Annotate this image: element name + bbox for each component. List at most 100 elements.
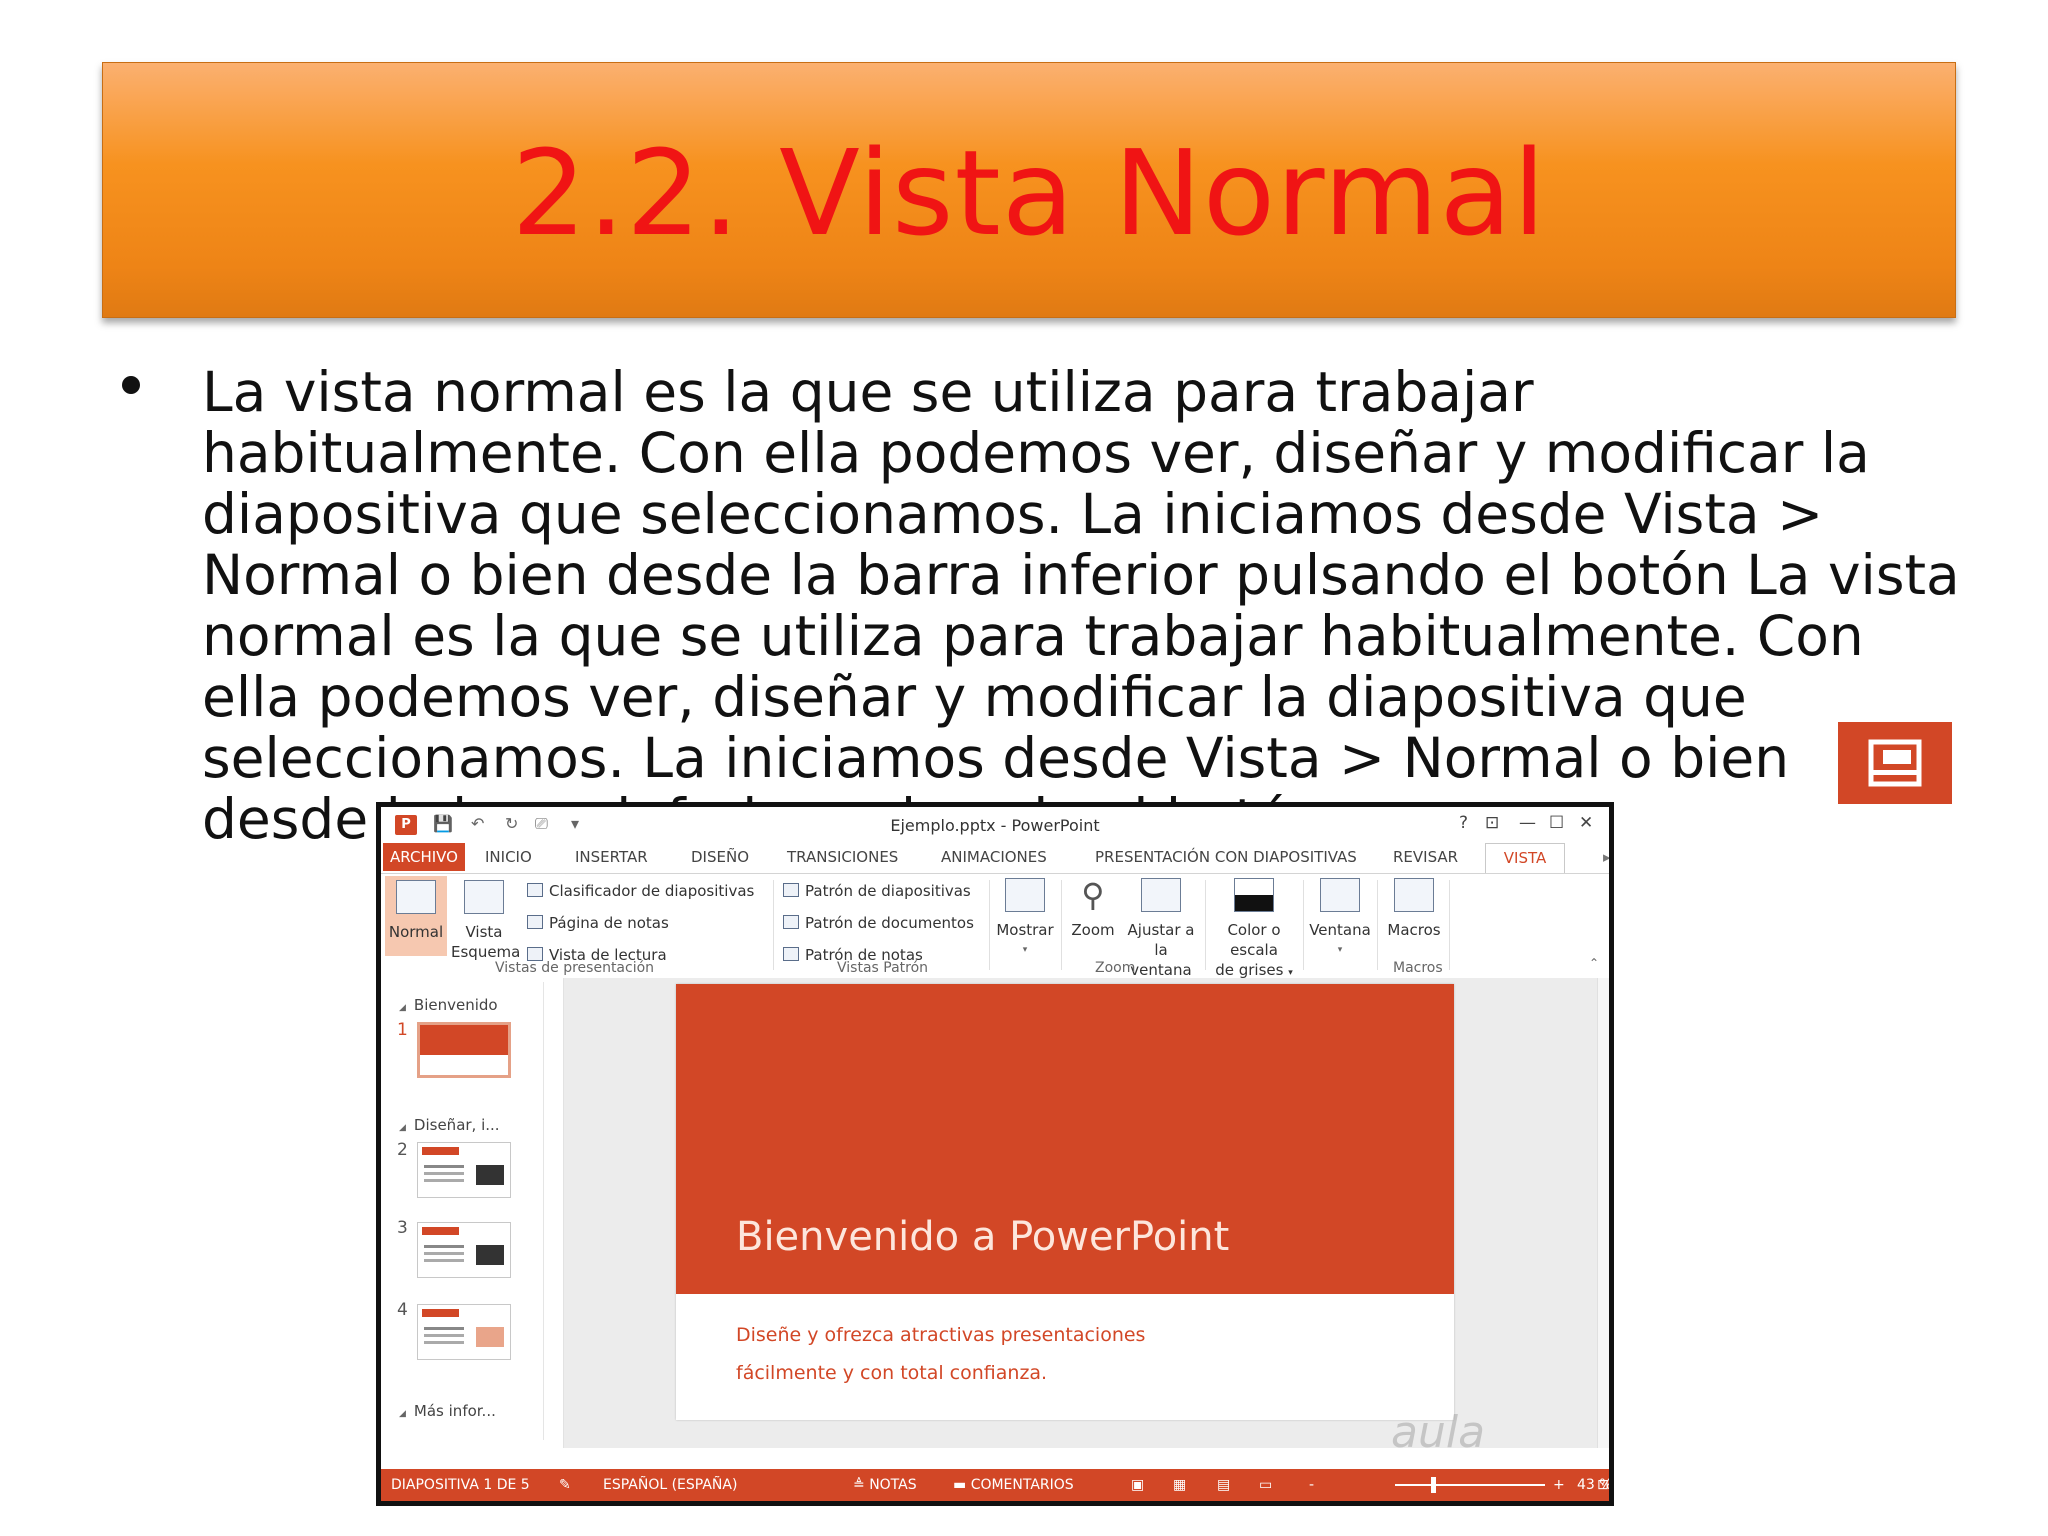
tab-insertar[interactable]: INSERTAR (575, 843, 648, 871)
thumb-lines (424, 1165, 464, 1168)
thumb-band (422, 1227, 459, 1235)
thumb-number: 1 (397, 1020, 408, 1040)
slide-thumbnail-1[interactable] (417, 1022, 511, 1078)
notes-page-icon (527, 915, 543, 929)
color-grayscale-button[interactable]: Color o escala de grises ▾ (1209, 878, 1299, 983)
zoom-in-button[interactable]: + (1553, 1477, 1565, 1493)
window-titlebar: P 💾 ↶ ↻ ⎚ ▾ Ejemplo.pptx - PowerPoint ? … (381, 807, 1609, 841)
slide-sorter-status-icon[interactable]: ▦ (1173, 1477, 1186, 1493)
notes-button[interactable]: ≜ NOTAS (853, 1477, 917, 1493)
slide-sorter-button[interactable]: Clasificador de diapositivas (527, 882, 754, 900)
bullet-text: La vista normal es la que se utiliza par… (202, 360, 1960, 851)
group-separator (989, 880, 990, 970)
reading-view-status-icon[interactable]: ▤ (1217, 1477, 1230, 1493)
slide-thumbnail-4[interactable] (417, 1304, 511, 1360)
notes-master-icon (783, 947, 799, 961)
window-title: Ejemplo.pptx - PowerPoint (890, 816, 1100, 835)
zoom-slider-track[interactable] (1395, 1484, 1545, 1486)
tab-archivo[interactable]: ARCHIVO (383, 843, 465, 871)
help-icon[interactable]: ? (1459, 813, 1468, 833)
zoom-button[interactable]: ⚲ Zoom (1065, 878, 1121, 940)
reading-view-icon (527, 947, 543, 961)
group-separator (1205, 880, 1206, 970)
group-label-patron: Vistas Patrón (837, 960, 929, 976)
normal-view-icon (1838, 722, 1952, 804)
language-indicator[interactable]: ESPAÑOL (ESPAÑA) (603, 1477, 737, 1493)
tab-vista[interactable]: VISTA (1485, 843, 1565, 875)
notes-page-button[interactable]: Página de notas (527, 914, 669, 932)
current-slide-title[interactable]: Bienvenido a PowerPoint (736, 1214, 1229, 1260)
bullet-marker (122, 376, 140, 394)
tab-diseno[interactable]: DISEÑO (691, 843, 749, 871)
thumb-lines (424, 1245, 464, 1248)
tab-transiciones[interactable]: TRANSICIONES (787, 843, 898, 871)
thumb-number: 3 (397, 1218, 408, 1238)
section-mas-informacion[interactable]: ◢ Más infor... (399, 1402, 496, 1420)
section-disenar[interactable]: ◢ Diseñar, i... (399, 1116, 500, 1134)
show-button[interactable]: Mostrar ▾ (993, 878, 1057, 960)
dropdown-arrow-icon: ▾ (1337, 945, 1343, 955)
tab-scroll-right-icon[interactable]: ▸ (1603, 843, 1609, 871)
minimize-icon[interactable]: — (1519, 813, 1536, 833)
thumbnails-scrollbar[interactable] (543, 982, 560, 1440)
slideshow-status-icon[interactable]: ▭ (1259, 1477, 1272, 1493)
thumb-number: 2 (397, 1140, 408, 1160)
tab-inicio[interactable]: INICIO (485, 843, 532, 871)
current-slide-subtitle-line2[interactable]: fácilmente y con total confianza. (736, 1362, 1047, 1384)
section-bienvenido[interactable]: ◢ Bienvenido (399, 996, 498, 1014)
tab-animaciones[interactable]: ANIMACIONES (941, 843, 1047, 871)
magnifier-icon: ⚲ (1081, 876, 1105, 914)
collapse-ribbon-icon[interactable]: ⌃ (1589, 956, 1599, 970)
group-separator (773, 880, 774, 970)
dropdown-arrow-icon: ▾ (1022, 945, 1028, 955)
slide-thumbnail-2[interactable] (417, 1142, 511, 1198)
aulaclic-watermark: aula (1391, 1407, 1486, 1458)
outline-view-icon (464, 880, 504, 914)
status-bar: DIAPOSITIVA 1 DE 5 ✎ ESPAÑOL (ESPAÑA) ≜ … (381, 1469, 1609, 1501)
zoom-slider-handle[interactable] (1431, 1477, 1436, 1493)
window-button[interactable]: Ventana ▾ (1307, 878, 1373, 960)
slide-thumbnail-3[interactable] (417, 1222, 511, 1278)
thumb-band (420, 1025, 508, 1055)
normal-view-button[interactable]: Normal (385, 876, 447, 956)
handout-master-icon (783, 915, 799, 929)
handout-master-button[interactable]: Patrón de documentos (783, 914, 974, 932)
window-icon (1320, 878, 1360, 912)
ribbon-options-icon[interactable]: ⊡ (1485, 813, 1499, 833)
normal-view-status-icon[interactable]: ▣ (1131, 1477, 1144, 1493)
group-separator (1377, 880, 1378, 970)
group-label-macros: Macros (1393, 960, 1443, 976)
thumb-picture (476, 1245, 504, 1265)
normal-view-icon (396, 880, 436, 914)
spelling-check-icon[interactable]: ✎ (559, 1477, 571, 1493)
group-label-zoom: Zoom (1095, 960, 1136, 976)
tab-presentacion[interactable]: PRESENTACIÓN CON DIAPOSITIVAS (1095, 843, 1357, 871)
ribbon-vista: Normal Vista Esquema Clasificador de dia… (381, 873, 1609, 979)
macros-button[interactable]: Macros (1385, 878, 1443, 940)
fit-window-icon (1141, 878, 1181, 912)
group-separator (1061, 880, 1062, 970)
tab-revisar[interactable]: REVISAR (1393, 843, 1458, 871)
thumb-band (422, 1309, 459, 1317)
powerpoint-screenshot: P 💾 ↶ ↻ ⎚ ▾ Ejemplo.pptx - PowerPoint ? … (376, 802, 1614, 1506)
slide-scrollbar[interactable] (1597, 978, 1609, 1448)
close-icon[interactable]: ✕ (1579, 813, 1593, 833)
current-slide-subtitle-line1[interactable]: Diseñe y ofrezca atractivas presentacion… (736, 1324, 1145, 1346)
thumb-lines (424, 1327, 464, 1330)
slides-pane: ◢ Bienvenido 1 ◢ Diseñar, i... 2 3 4 ◢ Más … (381, 978, 564, 1448)
ribbon-tabs: ARCHIVO INICIO INSERTAR DISEÑO TRANSICIO… (381, 843, 1609, 875)
comments-button[interactable]: ▬ COMENTARIOS (953, 1477, 1074, 1493)
outline-view-button[interactable]: Vista Esquema (451, 876, 520, 961)
thumb-number: 4 (397, 1300, 408, 1320)
show-icon (1005, 878, 1045, 912)
slide-master-button[interactable]: Patrón de diapositivas (783, 882, 971, 900)
current-slide[interactable]: Bienvenido a PowerPoint Diseñe y ofrezca… (676, 984, 1454, 1420)
thumb-band (422, 1147, 459, 1155)
grayscale-icon (1234, 878, 1274, 912)
slide-counter: DIAPOSITIVA 1 DE 5 (391, 1477, 530, 1493)
zoom-out-button[interactable]: - (1309, 1477, 1314, 1493)
dropdown-arrow-icon: ▾ (1288, 968, 1293, 978)
fit-slide-icon[interactable]: ⊡ (1597, 1477, 1609, 1493)
maximize-icon[interactable]: ☐ (1549, 813, 1564, 833)
slide-master-icon (783, 883, 799, 897)
